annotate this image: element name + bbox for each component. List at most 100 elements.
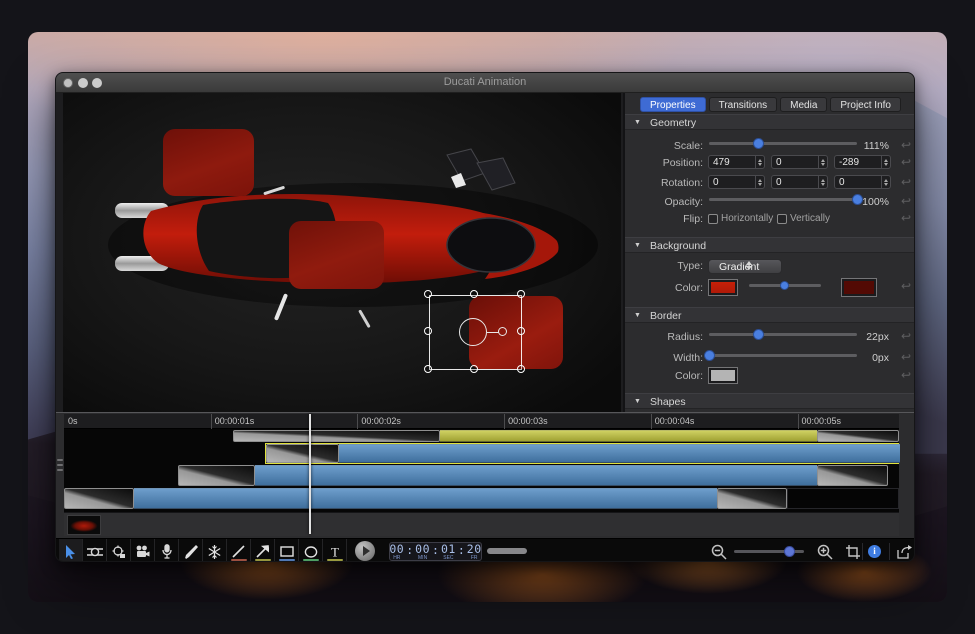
- camera-tool-button[interactable]: [107, 539, 131, 562]
- border-color-swatch[interactable]: [708, 367, 738, 384]
- disclosure-triangle-icon[interactable]: ▼: [634, 312, 641, 319]
- selection-handle[interactable]: [517, 290, 525, 298]
- rotation-x-field[interactable]: [708, 175, 765, 189]
- tab-media[interactable]: Media: [780, 97, 827, 112]
- play-button[interactable]: [355, 541, 375, 561]
- timeline-grip-handle[interactable]: [57, 459, 63, 471]
- shape-track-3-ramp-segment[interactable]: [178, 465, 254, 486]
- gradient-start-swatch[interactable]: [708, 279, 738, 296]
- undo-icon[interactable]: ↩: [899, 330, 913, 342]
- position-x-field[interactable]: [708, 155, 765, 169]
- arrow-tool-button[interactable]: [251, 539, 275, 562]
- selection-handle[interactable]: [517, 327, 525, 335]
- undo-icon[interactable]: ↩: [899, 176, 913, 188]
- record-tool-button[interactable]: [131, 539, 155, 562]
- stepper-icon[interactable]: [755, 176, 764, 188]
- stepper-icon[interactable]: [818, 156, 827, 168]
- section-background[interactable]: ▼ Background: [625, 237, 915, 253]
- selection-handle[interactable]: [470, 290, 478, 298]
- share-button[interactable]: [892, 539, 915, 562]
- rotation-x-input[interactable]: [709, 176, 755, 188]
- red-rounded-rect-2[interactable]: [289, 221, 384, 289]
- shape-track-1-bar-segment[interactable]: [440, 430, 817, 442]
- radius-slider[interactable]: [709, 329, 857, 340]
- undo-icon[interactable]: ↩: [899, 351, 913, 363]
- anchor-circle[interactable]: [459, 318, 487, 346]
- zoom-out-button[interactable]: [708, 539, 730, 562]
- rotation-z-field[interactable]: [834, 175, 891, 189]
- width-slider[interactable]: [709, 350, 857, 361]
- selection-handle[interactable]: [424, 290, 432, 298]
- timeline-ruler[interactable]: 0s00:00:01s00:00:02s00:00:03s00:00:04s00…: [64, 414, 899, 429]
- shape-track-2-bar-segment[interactable]: [339, 444, 899, 463]
- rotation-y-input[interactable]: [772, 176, 818, 188]
- shape-track-1-ramp-segment[interactable]: [817, 430, 899, 442]
- text-tool-button[interactable]: T: [323, 539, 347, 562]
- undo-icon[interactable]: ↩: [899, 212, 913, 224]
- scale-knob[interactable]: [753, 138, 764, 149]
- scale-slider[interactable]: [709, 138, 857, 149]
- media-track-ramp-segment[interactable]: [717, 488, 787, 509]
- tab-project-info[interactable]: Project Info: [830, 97, 901, 112]
- shape-track-3-ramp-segment[interactable]: [817, 465, 889, 486]
- width-knob[interactable]: [704, 350, 715, 361]
- selection-handle[interactable]: [470, 365, 478, 373]
- canvas[interactable]: [63, 93, 621, 412]
- crop-button[interactable]: [842, 539, 864, 562]
- undo-icon[interactable]: ↩: [899, 195, 913, 207]
- undo-icon[interactable]: ↩: [899, 156, 913, 168]
- zoom-in-button[interactable]: [814, 539, 836, 562]
- disclosure-triangle-icon[interactable]: ▼: [634, 398, 641, 405]
- position-z-input[interactable]: [835, 156, 881, 168]
- media-track[interactable]: [64, 488, 899, 509]
- rotation-z-input[interactable]: [835, 176, 881, 188]
- select-tool-button[interactable]: [59, 539, 83, 562]
- section-geometry[interactable]: ▼ Geometry: [625, 114, 915, 130]
- position-y-input[interactable]: [772, 156, 818, 168]
- media-track-bar-segment[interactable]: [134, 488, 716, 509]
- undo-icon[interactable]: ↩: [899, 139, 913, 151]
- shape-track-1[interactable]: [233, 430, 899, 442]
- shape-track-3-bar-segment[interactable]: [255, 465, 817, 486]
- particles-tool-button[interactable]: [203, 539, 227, 562]
- zoom-slider[interactable]: [734, 550, 804, 553]
- undo-icon[interactable]: ↩: [899, 369, 913, 381]
- zoom-slider-knob[interactable]: [784, 546, 795, 557]
- shape-track-2-ramp-segment[interactable]: [266, 444, 339, 463]
- disclosure-triangle-icon[interactable]: ▼: [634, 119, 641, 126]
- position-x-input[interactable]: [709, 156, 755, 168]
- selection-handle[interactable]: [424, 327, 432, 335]
- radius-knob[interactable]: [753, 329, 764, 340]
- shape-track-1-ramp-segment[interactable]: [233, 430, 440, 442]
- selection-handle[interactable]: [517, 365, 525, 373]
- gradient-slider[interactable]: [749, 280, 821, 291]
- media-track-ramp-segment[interactable]: [64, 488, 134, 509]
- timeline-tracks-area[interactable]: 0s00:00:01s00:00:02s00:00:03s00:00:04s00…: [64, 414, 899, 534]
- anchor-handle-dot[interactable]: [498, 327, 507, 336]
- section-border[interactable]: ▼ Border: [625, 307, 915, 323]
- shape-track-3[interactable]: [178, 465, 888, 486]
- selection-handle[interactable]: [424, 365, 432, 373]
- stepper-icon[interactable]: [755, 156, 764, 168]
- stepper-icon[interactable]: [881, 156, 890, 168]
- playhead[interactable]: [309, 414, 311, 534]
- opacity-slider[interactable]: [709, 194, 857, 205]
- tab-properties[interactable]: Properties: [640, 97, 706, 112]
- scrub-handle[interactable]: [487, 548, 527, 554]
- stepper-icon[interactable]: [881, 176, 890, 188]
- red-rounded-rect-1[interactable]: [163, 129, 254, 196]
- rotation-y-field[interactable]: [771, 175, 828, 189]
- type-dropdown[interactable]: Gradient: [708, 259, 782, 274]
- clip-tool-button[interactable]: [83, 539, 107, 562]
- position-y-field[interactable]: [771, 155, 828, 169]
- flip-vertical-checkbox[interactable]: [777, 214, 787, 224]
- position-z-field[interactable]: [834, 155, 891, 169]
- draw-tool-button[interactable]: [179, 539, 203, 562]
- line-tool-button[interactable]: [227, 539, 251, 562]
- stepper-icon[interactable]: [818, 176, 827, 188]
- titlebar[interactable]: Ducati Animation: [56, 73, 914, 93]
- gradient-knob[interactable]: [780, 281, 789, 290]
- rectangle-tool-button[interactable]: [275, 539, 299, 562]
- flip-horizontal-checkbox[interactable]: [708, 214, 718, 224]
- motorcycle-thumbnail[interactable]: [67, 515, 101, 535]
